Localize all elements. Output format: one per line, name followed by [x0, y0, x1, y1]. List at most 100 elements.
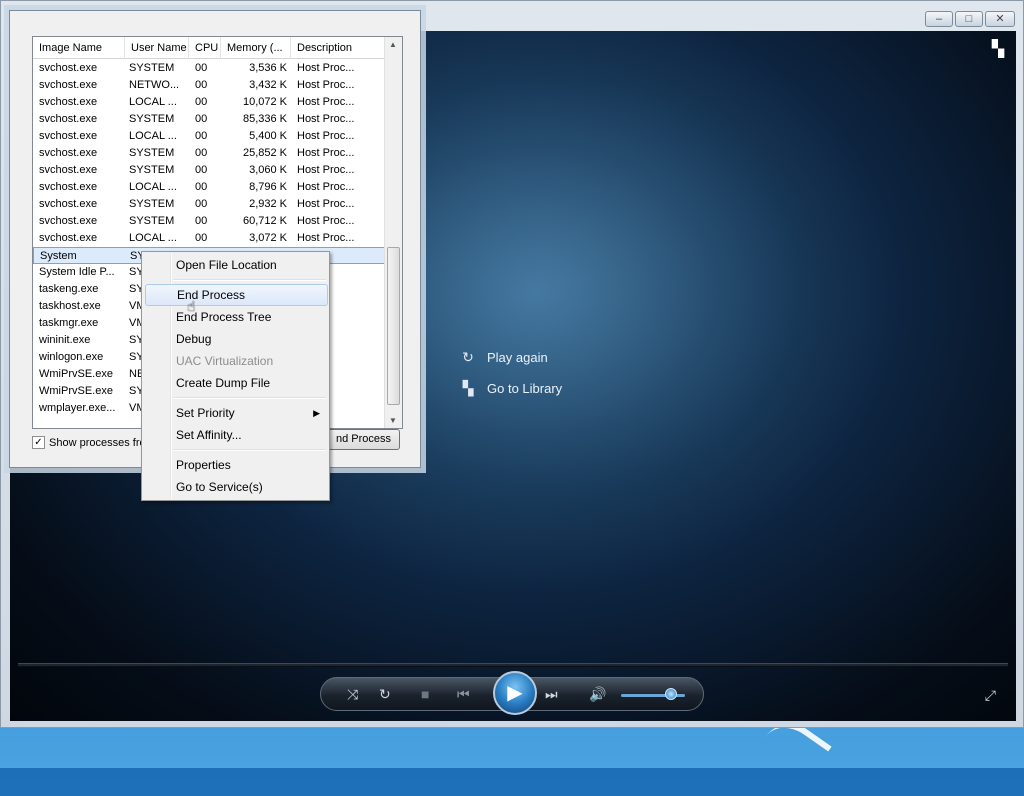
- go-to-library-link[interactable]: ▚ Go to Library: [459, 380, 563, 397]
- volume-slider-knob[interactable]: [664, 688, 677, 700]
- cell-memory: 60,712 K: [242, 215, 287, 227]
- cell-user-name: LOCAL ...: [129, 96, 177, 108]
- process-context-menu: Open File Location End Process End Proce…: [141, 251, 330, 501]
- cell-cpu: 00: [195, 147, 208, 159]
- cell-memory: 3,060 K: [249, 164, 287, 176]
- cell-image-name: wmplayer.exe...: [39, 402, 116, 414]
- cell-cpu: 00: [195, 96, 208, 108]
- minimize-button[interactable]: –: [925, 11, 953, 27]
- cell-image-name: taskmgr.exe: [39, 317, 99, 329]
- cell-cpu: 00: [195, 232, 208, 244]
- cell-memory: 8,796 K: [249, 181, 287, 193]
- window-caption-buttons: – □ ✕: [925, 11, 1015, 27]
- menu-set-priority[interactable]: Set Priority ▶: [145, 402, 328, 424]
- table-row[interactable]: svchost.exe SYSTEM 00 85,336 K Host Proc...: [33, 111, 385, 128]
- previous-icon[interactable]: ⏮: [457, 686, 470, 703]
- table-row[interactable]: svchost.exe SYSTEM 00 3,536 K Host Proc...: [33, 60, 385, 77]
- cell-memory: 3,072 K: [249, 232, 287, 244]
- cell-user-name: LOCAL ...: [129, 232, 177, 244]
- maximize-button[interactable]: □: [955, 11, 983, 27]
- menu-end-process-tree[interactable]: End Process Tree: [145, 306, 328, 328]
- cell-description: Host Proc...: [297, 232, 355, 244]
- cell-memory: 10,072 K: [242, 96, 287, 108]
- switch-to-library-icon[interactable]: ▚: [992, 39, 1004, 59]
- cell-user-name: SYSTEM: [129, 62, 175, 74]
- cell-description: Host Proc...: [297, 113, 355, 125]
- cell-image-name: svchost.exe: [39, 215, 98, 227]
- cell-cpu: 00: [195, 130, 208, 142]
- menu-set-priority-label: Set Priority: [176, 406, 235, 420]
- submenu-arrow-icon: ▶: [313, 408, 320, 418]
- stop-icon[interactable]: ■: [421, 686, 429, 702]
- column-memory[interactable]: Memory (...: [221, 37, 291, 59]
- show-all-processes-checkbox[interactable]: ✓ Show processes fro: [32, 436, 146, 449]
- cell-image-name: svchost.exe: [39, 130, 98, 142]
- menu-create-dump-file[interactable]: Create Dump File: [145, 372, 328, 394]
- cell-image-name: taskhost.exe: [39, 300, 101, 312]
- menu-properties[interactable]: Properties: [145, 454, 328, 476]
- cell-image-name: System: [40, 250, 77, 262]
- menu-set-affinity[interactable]: Set Affinity...: [145, 424, 328, 446]
- cell-description: Host Proc...: [297, 164, 355, 176]
- cell-description: Host Proc...: [297, 96, 355, 108]
- repeat-icon[interactable]: ↻: [379, 686, 391, 703]
- play-again-link[interactable]: ↻ Play again: [459, 349, 548, 366]
- playback-controls: ⤨ ↻ ■ ⏮ ▶ ⏭ 🔊: [320, 671, 704, 715]
- column-description[interactable]: Description: [291, 37, 385, 59]
- cell-description: Host Proc...: [297, 198, 355, 210]
- scrollbar-thumb[interactable]: [387, 247, 400, 405]
- next-icon[interactable]: ⏭: [545, 686, 558, 703]
- menu-go-to-services[interactable]: Go to Service(s): [145, 476, 328, 498]
- menu-separator: [173, 279, 326, 281]
- cell-user-name: SYSTEM: [129, 198, 175, 210]
- cell-memory: 3,432 K: [249, 79, 287, 91]
- library-icon: ▚: [462, 380, 474, 396]
- cell-user-name: LOCAL ...: [129, 181, 177, 193]
- column-cpu[interactable]: CPU: [189, 37, 221, 59]
- cell-description: Host Proc...: [297, 181, 355, 193]
- cell-user-name: SYSTEM: [129, 215, 175, 227]
- cell-image-name: svchost.exe: [39, 164, 98, 176]
- table-row[interactable]: svchost.exe LOCAL ... 00 3,072 K Host Proc..…: [33, 230, 385, 247]
- process-list-scrollbar[interactable]: ▲ ▼: [384, 37, 402, 428]
- table-row[interactable]: svchost.exe NETWO... 00 3,432 K Host Proc...: [33, 77, 385, 94]
- menu-debug[interactable]: Debug: [145, 328, 328, 350]
- table-row[interactable]: svchost.exe LOCAL ... 00 10,072 K Host Proc.…: [33, 94, 385, 111]
- cell-image-name: WmiPrvSE.exe: [39, 385, 113, 397]
- cell-image-name: wininit.exe: [39, 334, 91, 346]
- close-button[interactable]: ✕: [985, 11, 1015, 27]
- cell-cpu: 00: [195, 113, 208, 125]
- fullscreen-icon[interactable]: ⤢: [985, 687, 996, 704]
- cell-description: Host Proc...: [297, 79, 355, 91]
- column-user-name[interactable]: User Name: [125, 37, 189, 59]
- menu-open-file-location[interactable]: Open File Location: [145, 254, 328, 276]
- menu-end-process[interactable]: End Process: [145, 284, 328, 306]
- end-process-button[interactable]: nd Process: [328, 429, 400, 450]
- cell-image-name: WmiPrvSE.exe: [39, 368, 113, 380]
- table-row[interactable]: svchost.exe LOCAL ... 00 5,400 K Host Proc..…: [33, 128, 385, 145]
- cell-image-name: svchost.exe: [39, 232, 98, 244]
- cell-user-name: NETWO...: [129, 79, 180, 91]
- cell-user-name: SYSTEM: [129, 147, 175, 159]
- process-list-header: Image Name User Name CPU Memory (... Des…: [33, 37, 385, 59]
- play-button[interactable]: ▶: [493, 671, 537, 715]
- table-row[interactable]: svchost.exe SYSTEM 00 60,712 K Host Proc...: [33, 213, 385, 230]
- cell-cpu: 00: [195, 181, 208, 193]
- cell-description: Host Proc...: [297, 147, 355, 159]
- table-row[interactable]: svchost.exe SYSTEM 00 3,060 K Host Proc...: [33, 162, 385, 179]
- table-row[interactable]: svchost.exe LOCAL ... 00 8,796 K Host Proc..…: [33, 179, 385, 196]
- cell-cpu: 00: [195, 215, 208, 227]
- volume-icon[interactable]: 🔊: [589, 686, 606, 703]
- table-row[interactable]: svchost.exe SYSTEM 00 2,932 K Host Proc...: [33, 196, 385, 213]
- seek-bar[interactable]: [18, 663, 1008, 667]
- shuffle-icon[interactable]: ⤨: [347, 686, 358, 703]
- column-image-name[interactable]: Image Name: [33, 37, 125, 59]
- table-row[interactable]: svchost.exe SYSTEM 00 25,852 K Host Proc...: [33, 145, 385, 162]
- cell-memory: 85,336 K: [242, 113, 287, 125]
- checkbox-checked-icon: ✓: [32, 436, 45, 449]
- scroll-up-icon[interactable]: ▲: [389, 40, 397, 49]
- scroll-down-icon[interactable]: ▼: [389, 416, 397, 425]
- cell-description: Host Proc...: [297, 130, 355, 142]
- go-to-library-label: Go to Library: [487, 381, 563, 396]
- cell-cpu: 00: [195, 198, 208, 210]
